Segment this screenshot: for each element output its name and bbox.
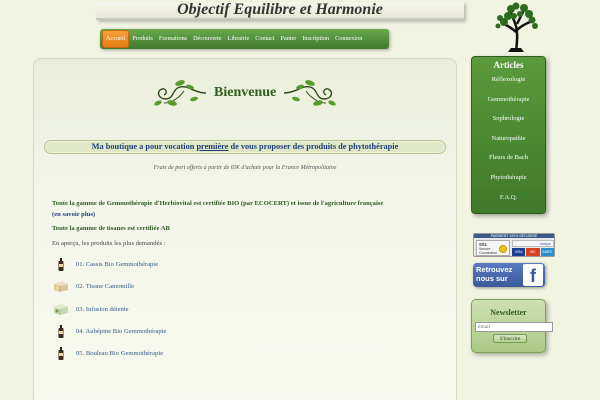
nav-item-produits[interactable]: Produits <box>129 30 156 48</box>
sidebar-item-sophrologie[interactable]: Sophrologie <box>472 109 545 129</box>
facebook-line2: nous sur <box>476 274 508 283</box>
banner-emphasis-link[interactable]: première <box>196 142 228 151</box>
articles-sidebar: Articles Réflexologie Gemmothérapie Soph… <box>471 56 546 214</box>
secure-payment-header: PAIEMENT 100% SÉCURISÉ <box>474 234 554 238</box>
sidebar-item-phytotherapie[interactable]: Phytothérapie <box>472 168 545 188</box>
product-item[interactable]: 02. Tisane Camomille <box>52 279 134 293</box>
sidebar-item-faq[interactable]: F.A.Q. <box>472 188 545 208</box>
gemmotherapie-certification: Toute la gamme de Gemmothérapie d'Herbio… <box>52 198 448 220</box>
facebook-follow-button[interactable]: Retrouvez nous sur f <box>473 263 545 287</box>
nav-item-connexion[interactable]: Connexion <box>332 30 365 48</box>
learn-more-link[interactable]: (en savoir plus) <box>52 211 95 218</box>
sidebar-item-reflexologie[interactable]: Réflexologie <box>472 70 545 90</box>
sidebar-item-naturopathie[interactable]: Naturopathie <box>472 129 545 149</box>
nav-item-contact[interactable]: Contact <box>252 30 277 48</box>
bottle-icon <box>52 257 70 271</box>
bottle-icon <box>52 324 70 338</box>
ssl-badge: SSL Secure Connection <box>476 240 510 256</box>
amex-card-icon: AMEX <box>540 248 554 256</box>
product-item[interactable]: 05. Bouleau Bio Gemmothérapie <box>52 346 163 360</box>
visa-card-icon: VISA <box>512 248 526 256</box>
gamme1-text: Toute la gamme de Gemmothérapie d'Herbio… <box>52 200 384 207</box>
ssl-line2: Connection <box>479 251 498 255</box>
nav-item-decouverte[interactable]: Découverte <box>190 30 225 48</box>
shipping-notice: Frais de port offerts à partir de 65€ d'… <box>153 165 337 171</box>
nav-item-formations[interactable]: Formations <box>156 30 190 48</box>
stripe-logo: stripe <box>512 240 554 247</box>
product-item[interactable]: 03. Infusion détente <box>52 302 129 316</box>
newsletter-subscribe-button[interactable]: S'inscrire <box>493 334 527 343</box>
facebook-logo-icon: f <box>523 264 543 286</box>
banner-text-end: de vous proposer des produits de phytoth… <box>228 142 399 151</box>
nav-item-inscription[interactable]: Inscription <box>299 30 332 48</box>
welcome-heading: Bienvenue <box>150 77 340 109</box>
product-name[interactable]: 02. Tisane Camomille <box>76 283 134 290</box>
nav-item-panier[interactable]: Panier <box>278 30 300 48</box>
product-name[interactable]: 05. Bouleau Bio Gemmothérapie <box>76 350 163 357</box>
product-name[interactable]: 03. Infusion détente <box>76 306 129 313</box>
articles-title: Articles <box>493 60 524 70</box>
newsletter-box: Newsletter S'inscrire <box>471 299 553 353</box>
infusion-box-icon <box>52 302 70 316</box>
tree-logo-icon <box>495 2 538 53</box>
tea-box-icon <box>52 279 70 293</box>
welcome-title: Bienvenue <box>214 85 277 100</box>
left-flourish-icon <box>154 80 207 106</box>
site-title: Objectif Equilibre et Harmonie <box>177 1 383 18</box>
popular-products-intro: En aperçu, les produits les plus demandé… <box>52 240 166 247</box>
secure-payment-badge: PAIEMENT 100% SÉCURISÉ SSL Secure Connec… <box>473 233 555 257</box>
right-flourish-icon <box>283 80 336 106</box>
bottle-icon <box>52 346 70 360</box>
nav-item-librairie[interactable]: Librairie <box>225 30 253 48</box>
product-item[interactable]: 01. Cassis Bio Gemmothérapie <box>52 257 158 271</box>
padlock-icon <box>499 245 507 253</box>
mastercard-icon: MC <box>526 248 540 256</box>
banner-text-start: Ma boutique a pour vocation <box>91 142 197 151</box>
sidebar-item-gemmotherapie[interactable]: Gemmothérapie <box>472 90 545 110</box>
product-name[interactable]: 01. Cassis Bio Gemmothérapie <box>76 261 158 268</box>
facebook-line1: Retrouvez <box>476 265 513 274</box>
nav-item-accueil[interactable]: Accueil <box>102 30 130 48</box>
main-nav: Accueil Produits Formations Découverte L… <box>100 29 389 49</box>
product-name[interactable]: 04. Aubépine Bio Gemmothérapie <box>76 328 166 335</box>
newsletter-title: Newsletter <box>490 308 527 317</box>
newsletter-email-input[interactable] <box>475 322 553 332</box>
product-item[interactable]: 04. Aubépine Bio Gemmothérapie <box>52 324 166 338</box>
sidebar-item-fleurs-de-bach[interactable]: Fleurs de Bach <box>472 148 545 168</box>
site-title-bar: Objectif Equilibre et Harmonie <box>96 1 464 20</box>
payment-cards: VISA MC AMEX <box>512 248 554 256</box>
facebook-text: Retrouvez nous sur <box>476 265 512 283</box>
tisanes-certification: Toute la gamme de tisanes est certifiée … <box>52 225 170 232</box>
vocation-banner: Ma boutique a pour vocation première de … <box>44 140 446 154</box>
